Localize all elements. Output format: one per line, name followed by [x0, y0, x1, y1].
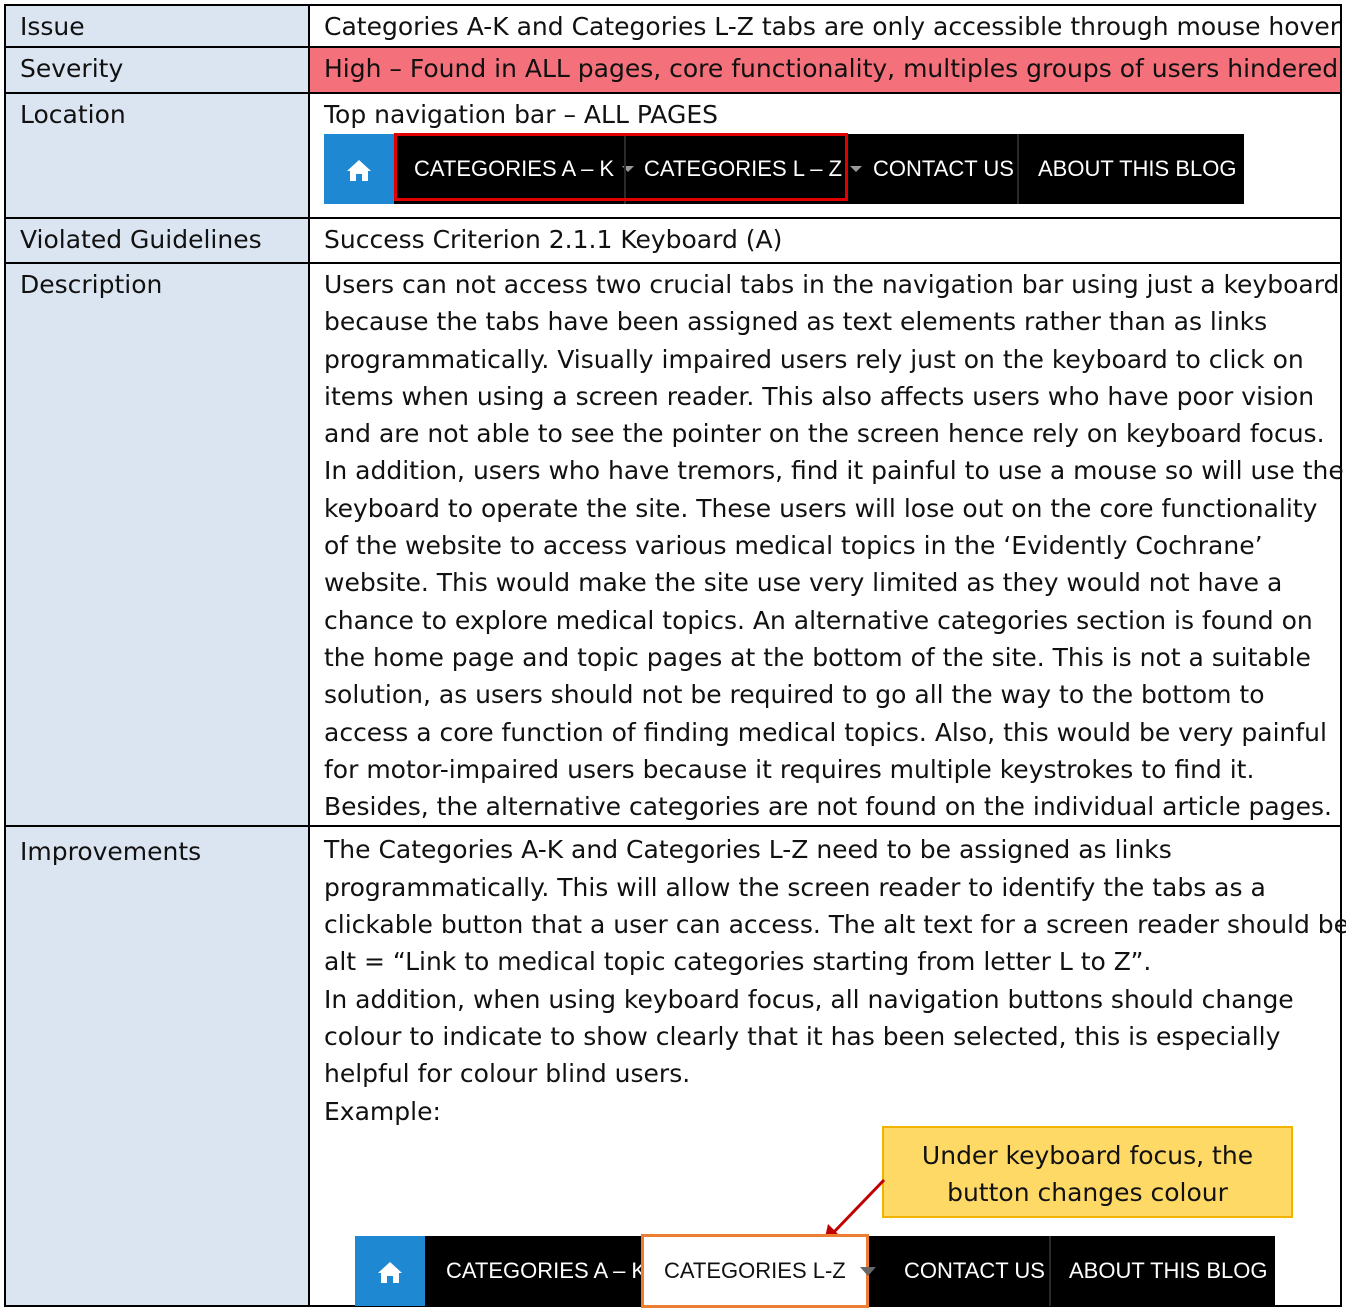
tab-contact-us-label: CONTACT US: [873, 156, 1014, 181]
home-icon: [378, 1262, 402, 1283]
nav-bar-current: CATEGORIES A – K CATEGORIES L – Z CONTAC…: [324, 133, 1244, 204]
callout-line: Under keyboard focus, the: [921, 1141, 1254, 1170]
severity-row: Severity High – Found in ALL pages, core…: [4, 46, 1342, 94]
guidelines-label: Violated Guidelines: [4, 217, 310, 264]
location-row: Location Top navigation bar – ALL PAGES …: [4, 92, 1342, 219]
severity-label: Severity: [4, 46, 310, 94]
severity-text: High – Found in ALL pages, core function…: [324, 54, 1339, 83]
guidelines-row: Violated Guidelines Success Criterion 2.…: [4, 217, 1342, 264]
callout-note: Under keyboard focus, the button changes…: [882, 1126, 1293, 1218]
description-line: items when using a screen reader. This a…: [324, 381, 1315, 411]
tab-categories-l-z-focused[interactable]: CATEGORIES L-Z: [641, 1234, 876, 1308]
improvements-line: In addition, when using keyboard focus, …: [324, 984, 1294, 1014]
description-line: of the website to access various medical…: [324, 531, 1263, 561]
description-line: In addition, users who have tremors, fin…: [324, 456, 1344, 486]
description-line: solution, as users should not be require…: [324, 680, 1265, 710]
description-value: Users can not access two crucial tabs in…: [308, 261, 1344, 828]
description-line: keyboard to operate the site. These user…: [324, 493, 1318, 523]
description-line: website. This would make the site use ve…: [324, 568, 1283, 598]
location-value: Top navigation bar – ALL PAGES CATEGORIE…: [308, 92, 1342, 219]
tab-contact-us-label: CONTACT US: [904, 1258, 1045, 1283]
home-tab[interactable]: [355, 1236, 425, 1306]
description-line: programmatically. Visually impaired user…: [324, 344, 1304, 374]
chevron-down-icon: [850, 166, 863, 172]
improvements-line: clickable button that a user can access.…: [324, 910, 1346, 940]
description-line: chance to explore medical topics. An alt…: [324, 605, 1313, 635]
improvements-text: The Categories A-K and Categories L-Z ne…: [324, 831, 1346, 1129]
description-label: Description: [4, 261, 310, 828]
description-row: Description Users can not access two cru…: [4, 261, 1344, 828]
issue-value: Categories A-K and Categories L-Z tabs a…: [308, 4, 1342, 48]
issue-row: Issue Categories A-K and Categories L-Z …: [4, 4, 1342, 48]
tab-categories-a-k[interactable]: CATEGORIES A – K: [446, 1236, 667, 1306]
improvements-line: The Categories A-K and Categories L-Z ne…: [324, 835, 1172, 865]
tab-about-this-blog[interactable]: ABOUT THIS BLOG: [1069, 1236, 1267, 1306]
chevron-down-icon: [859, 1266, 876, 1276]
tab-about-this-blog-label: ABOUT THIS BLOG: [1069, 1258, 1268, 1283]
improvements-line: helpful for colour blind users.: [324, 1059, 691, 1089]
description-line: the home page and topic pages at the bot…: [324, 642, 1311, 672]
guidelines-text: Success Criterion 2.1.1 Keyboard (A): [324, 225, 783, 254]
tab-contact-us[interactable]: CONTACT US: [873, 134, 1014, 204]
improvements-line: colour to indicate to show clearly that …: [324, 1021, 1281, 1051]
description-line: Users can not access two crucial tabs in…: [324, 270, 1340, 299]
nav-divider: [1049, 1236, 1051, 1306]
home-icon: [347, 160, 371, 181]
location-text: Top navigation bar – ALL PAGES: [324, 100, 719, 129]
description-line: for motor-impaired users because it requ…: [324, 754, 1255, 784]
callout-line: button changes colour: [947, 1178, 1228, 1207]
description-text: Users can not access two crucial tabs in…: [324, 266, 1344, 825]
tab-categories-a-k-label: CATEGORIES A – K: [446, 1258, 647, 1283]
home-tab[interactable]: [324, 134, 394, 204]
tab-categories-l-z-label: CATEGORIES L-Z: [664, 1258, 846, 1283]
description-line: and are not able to see the pointer on t…: [324, 419, 1325, 449]
tab-contact-us[interactable]: CONTACT US: [904, 1236, 1045, 1306]
issue-text: Categories A-K and Categories L-Z tabs a…: [324, 12, 1340, 41]
location-label: Location: [4, 92, 310, 219]
guidelines-value: Success Criterion 2.1.1 Keyboard (A): [308, 217, 1342, 264]
improvements-line: alt = “Link to medical topic categories …: [324, 947, 1152, 977]
improvements-line: programmatically. This will allow the sc…: [324, 872, 1266, 902]
highlight-box: [394, 133, 848, 201]
description-line: access a core function of finding medica…: [324, 717, 1327, 747]
description-line: Besides, the alternative categories are …: [324, 792, 1332, 822]
nav-bar-example: CATEGORIES A – K CATEGORIES L-Z CONTACT …: [355, 1234, 1275, 1308]
severity-value: High – Found in ALL pages, core function…: [308, 46, 1342, 94]
improvements-line: Example:: [324, 1096, 441, 1126]
tab-about-this-blog-label: ABOUT THIS BLOG: [1038, 156, 1237, 181]
issue-label: Issue: [4, 4, 310, 48]
description-line: because the tabs have been assigned as t…: [324, 307, 1268, 337]
accessibility-issue-table: Issue Categories A-K and Categories L-Z …: [4, 4, 1346, 1308]
tab-about-this-blog[interactable]: ABOUT THIS BLOG: [1038, 134, 1236, 204]
nav-divider: [1017, 134, 1019, 204]
improvements-label: Improvements: [4, 825, 310, 1308]
